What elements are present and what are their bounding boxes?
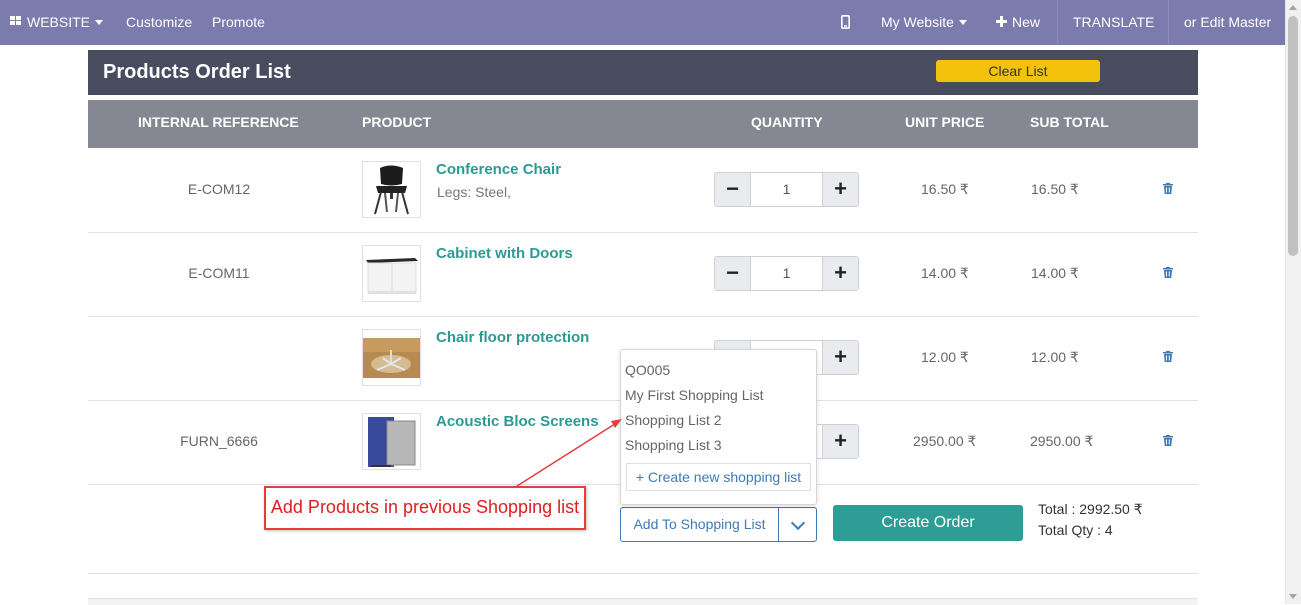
- annotation-arrow: [516, 419, 622, 487]
- annotation-callout: Add Products in previous Shopping list: [264, 486, 586, 530]
